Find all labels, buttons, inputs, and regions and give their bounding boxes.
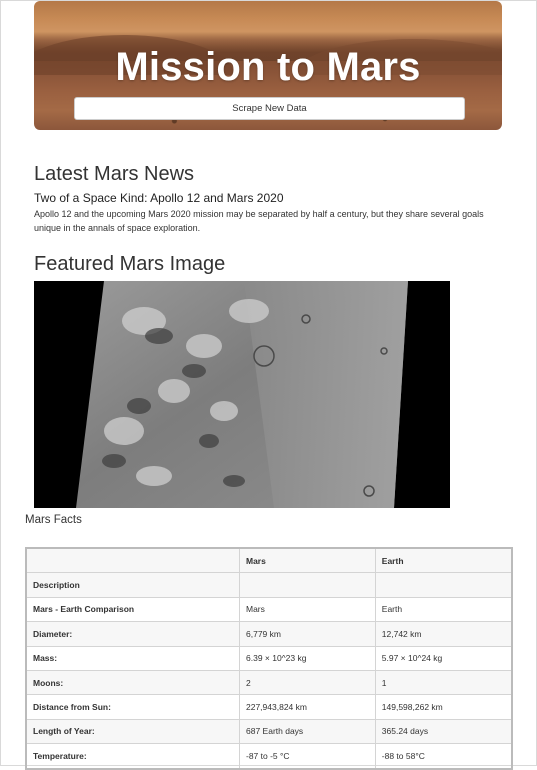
table-row: Diameter: 6,779 km 12,742 km — [25, 621, 513, 647]
earth-value: 1 — [374, 669, 513, 696]
mars-facts-table: Mars Earth Description Mars - Earth Comp… — [25, 547, 513, 770]
earth-value: 12,742 km — [374, 621, 513, 647]
mars-value — [239, 572, 376, 598]
mars-value: 2 — [239, 669, 376, 696]
mars-value: -87 to -5 °C — [239, 743, 376, 770]
mars-value: 227,943,824 km — [239, 694, 376, 720]
row-label: Temperature: — [25, 743, 240, 770]
table-header-cell — [25, 547, 240, 574]
table-row: Temperature: -87 to -5 °C -88 to 58°C — [25, 743, 513, 770]
earth-value: 5.97 × 10^24 kg — [374, 645, 513, 671]
row-label: Distance from Sun: — [25, 694, 240, 720]
scrape-new-data-button[interactable]: Scrape New Data — [74, 97, 465, 120]
mars-surface-image — [34, 281, 450, 508]
facts-section-title: Mars Facts — [25, 514, 82, 526]
news-teaser: Apollo 12 and the upcoming Mars 2020 mis… — [34, 209, 484, 233]
table-row: Mass: 6.39 × 10^23 kg 5.97 × 10^24 kg — [25, 645, 513, 671]
table-row: Length of Year: 687 Earth days 365.24 da… — [25, 718, 513, 745]
mars-value: 6,779 km — [239, 621, 376, 647]
table-row: Moons: 2 1 — [25, 669, 513, 696]
table-header-cell: Mars — [239, 547, 376, 574]
mars-value: 6.39 × 10^23 kg — [239, 645, 376, 671]
table-header-cell: Earth — [374, 547, 513, 574]
mars-value: Mars — [239, 596, 376, 623]
earth-value — [374, 572, 513, 598]
header-banner: Mission to Mars Scrape New Data — [34, 1, 502, 130]
news-title: Two of a Space Kind: Apollo 12 and Mars … — [34, 191, 284, 205]
row-label: Mars - Earth Comparison — [25, 596, 240, 623]
earth-value: 365.24 days — [374, 718, 513, 745]
table-row: Mars - Earth Comparison Mars Earth — [25, 596, 513, 623]
table-row: Distance from Sun: 227,943,824 km 149,59… — [25, 694, 513, 720]
row-label: Diameter: — [25, 621, 240, 647]
row-label: Moons: — [25, 669, 240, 696]
row-label: Description — [25, 572, 240, 598]
news-section-title: Latest Mars News — [34, 163, 195, 185]
row-label: Length of Year: — [25, 718, 240, 745]
earth-value: 149,598,262 km — [374, 694, 513, 720]
page-title: Mission to Mars — [115, 45, 421, 89]
earth-value: -88 to 58°C — [374, 743, 513, 770]
row-label: Mass: — [25, 645, 240, 671]
featured-image-section-title: Featured Mars Image — [34, 253, 226, 275]
table-row: Description — [25, 572, 513, 598]
table-header-row: Mars Earth — [25, 547, 513, 574]
featured-mars-image — [34, 281, 450, 508]
mars-value: 687 Earth days — [239, 718, 376, 745]
earth-value: Earth — [374, 596, 513, 623]
